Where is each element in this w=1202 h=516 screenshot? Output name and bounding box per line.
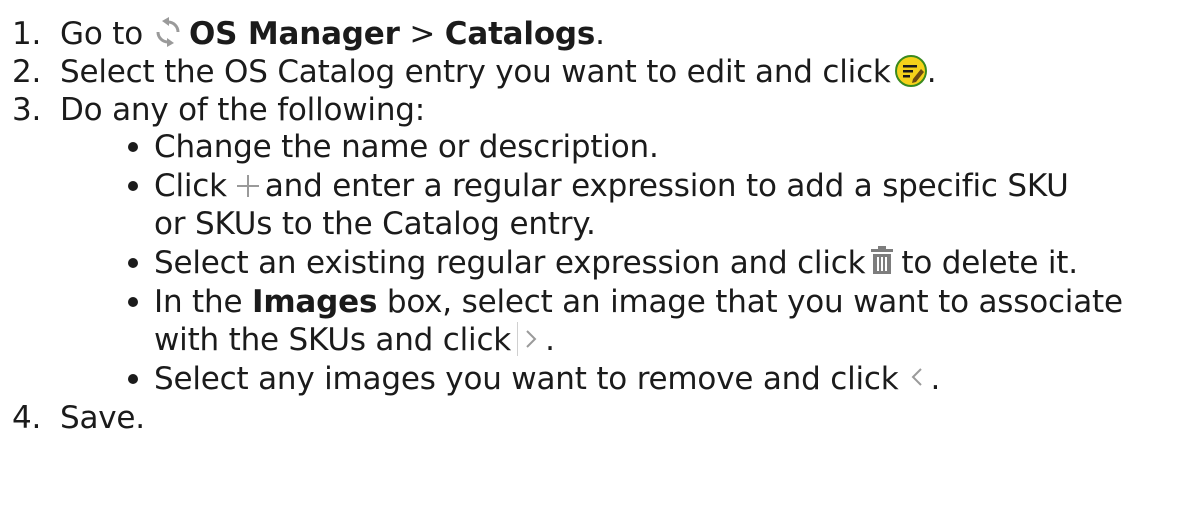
step-number: 3. <box>12 92 42 128</box>
step-3: 3. Do any of the following: <box>12 92 425 129</box>
punctuation: . <box>930 361 941 397</box>
step-number: 4. <box>12 400 42 436</box>
bullet-4: In the Images box, select an image that … <box>154 284 1123 321</box>
bullet-marker <box>128 181 138 191</box>
procedure-document: 1. Go to OS Manager > Catalogs. 2. Select t… <box>0 0 1202 516</box>
bullet-marker <box>128 297 138 307</box>
step-2: 2. Select the OS Catalog entry you want t… <box>12 54 937 91</box>
bullet-text: In the <box>154 284 243 320</box>
punctuation: . <box>545 322 555 358</box>
plus-icon <box>235 171 261 197</box>
catalogs-label: Catalogs <box>444 16 596 52</box>
bullet-3: Select an existing regular expression an… <box>154 245 1078 282</box>
bullet-text: Select an existing regular expression an… <box>154 245 866 281</box>
edit-icon <box>894 54 927 87</box>
step-1: 1. Go to OS Manager > Catalogs. <box>12 16 605 53</box>
chevron-left-icon <box>907 362 929 392</box>
step-text: Save. <box>60 400 145 436</box>
bullet-text: or SKUs to the Catalog entry. <box>154 206 596 242</box>
bullet-text: and enter a regular expression to add a … <box>264 168 1069 204</box>
step-text: Select the OS Catalog entry you want to … <box>60 54 891 90</box>
bullet-text: box, select an image that you want to as… <box>386 284 1123 320</box>
sync-icon <box>153 16 183 47</box>
step-number: 1. <box>12 16 42 52</box>
chevron-right-icon <box>515 321 543 356</box>
step-text: Do any of the following: <box>60 92 426 128</box>
bullet-text: Click <box>154 168 227 204</box>
step-number: 2. <box>12 54 42 90</box>
bullet-text: Change the name or description. <box>154 129 659 165</box>
bullet-marker <box>128 142 138 152</box>
step-text: Go to <box>60 16 143 52</box>
bullet-4-continuation: with the SKUs and click. <box>154 321 555 359</box>
os-manager-label: OS Manager <box>188 16 400 52</box>
punctuation: . <box>595 16 605 52</box>
bullet-text: to delete it. <box>901 245 1078 281</box>
bullet-marker <box>128 374 138 384</box>
images-label: Images <box>251 284 378 320</box>
breadcrumb-separator: > <box>409 16 436 52</box>
bullet-text: with the SKUs and click <box>154 322 512 358</box>
step-4: 4. Save. <box>12 400 145 437</box>
trash-icon <box>869 245 895 276</box>
punctuation: . <box>926 54 937 90</box>
bullet-text: Select any images you want to remove and… <box>154 361 899 397</box>
bullet-2-continuation: or SKUs to the Catalog entry. <box>154 206 596 243</box>
bullet-marker <box>128 258 138 268</box>
bullet-5: Select any images you want to remove and… <box>154 361 940 398</box>
bullet-2: Click and enter a regular expression to a… <box>154 168 1069 205</box>
bullet-1: Change the name or description. <box>154 129 659 166</box>
